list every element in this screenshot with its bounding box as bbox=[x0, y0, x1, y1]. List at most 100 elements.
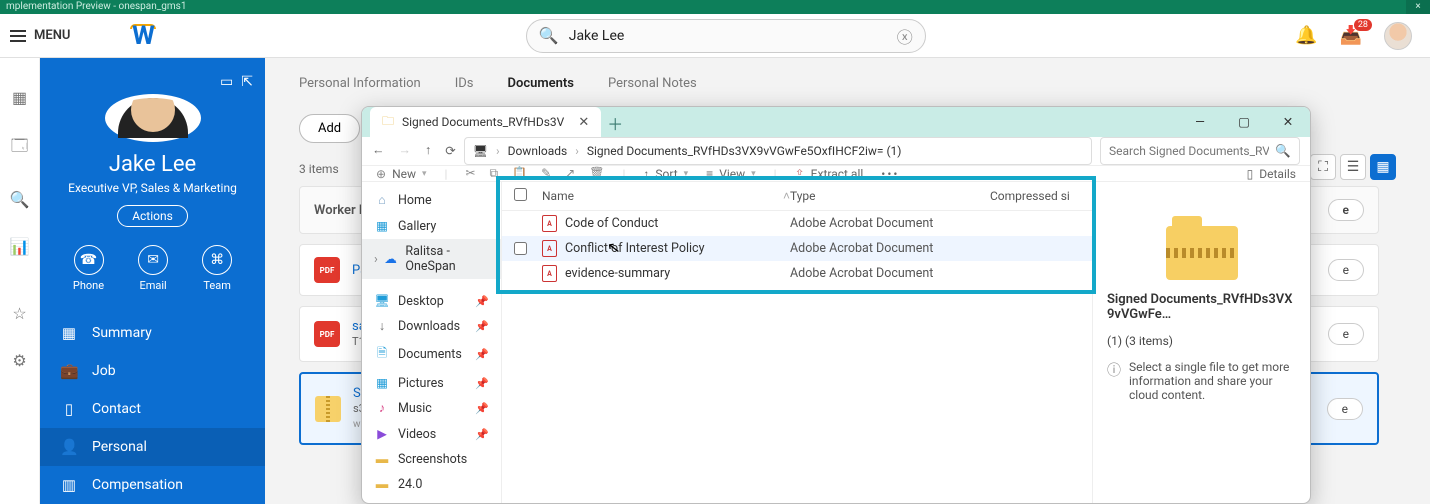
plus-circle-icon: ⊕ bbox=[376, 167, 386, 181]
extract-icon: ⇪ bbox=[795, 167, 805, 181]
pdf-file-icon: A bbox=[542, 265, 557, 282]
contact-email[interactable]: ✉Email bbox=[138, 245, 168, 292]
sidebar-item-gallery[interactable]: ▦Gallery bbox=[362, 213, 501, 239]
cut-icon[interactable]: ✂ bbox=[465, 166, 475, 181]
info-icon: ⓘ bbox=[1107, 360, 1121, 402]
nav-compensation[interactable]: ▥Compensation bbox=[40, 466, 265, 504]
select-all-checkbox[interactable] bbox=[514, 188, 527, 201]
sidebar-item-ralitsa-onespan[interactable]: ☁Ralitsa - OneSpan bbox=[362, 239, 501, 279]
contact-team[interactable]: ⌘Team bbox=[202, 245, 232, 292]
pill-action[interactable]: e bbox=[1328, 199, 1364, 221]
view-button[interactable]: ≡View▾ bbox=[706, 167, 756, 181]
tab-documents[interactable]: Documents bbox=[508, 76, 574, 91]
sidebar-item-screenshots[interactable]: ▬Screenshots bbox=[362, 447, 501, 472]
rail-search-icon[interactable]: 🔍 bbox=[10, 190, 30, 209]
notifications-icon[interactable]: 🔔 bbox=[1295, 25, 1317, 46]
more-icon[interactable]: ••• bbox=[881, 167, 899, 181]
nav-forward-icon[interactable]: → bbox=[399, 143, 412, 159]
new-tab-button[interactable]: ＋ bbox=[601, 109, 629, 137]
pin-icon: 📌 bbox=[475, 295, 489, 308]
job-icon: 💼 bbox=[60, 362, 78, 380]
nav-back-icon[interactable]: ← bbox=[372, 143, 385, 159]
rename-icon[interactable]: ✎ bbox=[541, 166, 551, 181]
titlebar-text: mplementation Preview - onespan_gms1 bbox=[6, 0, 186, 14]
profile-photo[interactable] bbox=[105, 94, 201, 142]
share-icon[interactable]: ↗ bbox=[565, 166, 575, 181]
tab-personal-info[interactable]: Personal Information bbox=[299, 76, 421, 91]
sidebar-item-pictures[interactable]: ▦Pictures📌 bbox=[362, 370, 501, 396]
expand-icon[interactable]: ⇱ bbox=[241, 74, 253, 90]
column-headers[interactable]: Name˄ Type Compressed si bbox=[502, 182, 1092, 211]
copy-icon[interactable]: ⧉ bbox=[490, 166, 499, 181]
rail-profile-icon[interactable]: 🗔 bbox=[11, 135, 28, 162]
view-list-icon[interactable]: ☰ bbox=[1340, 154, 1366, 180]
extract-button[interactable]: ⇪Extract all bbox=[795, 167, 864, 181]
global-search[interactable]: 🔍 ⓧ bbox=[526, 19, 926, 53]
close-tab-icon[interactable]: ✕ bbox=[578, 115, 589, 130]
view-icon: ≡ bbox=[706, 167, 713, 181]
sidebar-item-desktop[interactable]: 🖥Desktop📌 bbox=[362, 289, 501, 314]
nav-up-icon[interactable]: ↑ bbox=[425, 143, 431, 159]
user-avatar[interactable] bbox=[1384, 22, 1412, 50]
nav-refresh-icon[interactable]: ⟳ bbox=[445, 143, 455, 159]
tab-personal-notes[interactable]: Personal Notes bbox=[608, 76, 697, 91]
maximize-button[interactable]: ▢ bbox=[1222, 107, 1266, 137]
explorer-search[interactable]: 🔍 bbox=[1100, 137, 1300, 165]
tab-ids[interactable]: IDs bbox=[455, 76, 474, 91]
sort-button[interactable]: ↕Sort▾ bbox=[643, 167, 688, 181]
view-expand-icon[interactable]: ⛶ bbox=[1310, 154, 1336, 180]
email-icon: ✉ bbox=[138, 245, 168, 275]
breadcrumb[interactable]: 🖥› Downloads› Signed Documents_RVfHDs3VX… bbox=[464, 137, 1092, 165]
new-button[interactable]: ⊕New▾ bbox=[376, 167, 427, 181]
menu-label: MENU bbox=[34, 28, 70, 43]
actions-button[interactable]: Actions bbox=[117, 205, 188, 227]
zip-folder-icon bbox=[1166, 226, 1238, 280]
nav-summary[interactable]: ▦Summary bbox=[40, 314, 265, 352]
titlebar-close-button[interactable]: × bbox=[1406, 0, 1430, 14]
nav-job[interactable]: 💼Job bbox=[40, 352, 265, 390]
sidebar-item-home[interactable]: ⌂Home bbox=[362, 188, 501, 213]
sidebar-item-downloads[interactable]: ↓Downloads📌 bbox=[362, 314, 501, 339]
file-row[interactable]: AConflict of Interest PolicyAdobe Acroba… bbox=[502, 236, 1092, 261]
rail-apps-icon[interactable]: ▦ bbox=[12, 88, 27, 107]
close-window-button[interactable]: ✕ bbox=[1266, 107, 1310, 137]
rail-analytics-icon[interactable]: 📊 bbox=[10, 237, 30, 256]
explorer-action-toolbar: ⊕New▾ | ✂ ⧉ 📋 ✎ ↗ 🗑 | ↕Sort▾ ≡View▾ | ⇪E… bbox=[362, 166, 1310, 182]
pill-action[interactable]: e bbox=[1327, 398, 1363, 420]
view-grid-icon[interactable]: ▦ bbox=[1370, 154, 1396, 180]
paste-icon[interactable]: 📋 bbox=[512, 166, 527, 181]
sidebar-item-videos[interactable]: ▶Videos📌 bbox=[362, 421, 501, 447]
profile-sidebar: ▭ ⇱ Jake Lee Executive VP, Sales & Marke… bbox=[40, 58, 265, 504]
menu-button[interactable]: MENU bbox=[10, 28, 70, 43]
explorer-tab[interactable]: 🗀 Signed Documents_RVfHDs3V ✕ bbox=[370, 107, 601, 137]
id-badge-icon[interactable]: ▭ bbox=[220, 74, 233, 90]
folder-icon: ↓ bbox=[374, 319, 390, 334]
explorer-nav-toolbar: ← → ↑ ⟳ 🖥› Downloads› Signed Documents_R… bbox=[362, 137, 1310, 166]
inbox-icon[interactable]: 📥28 bbox=[1340, 25, 1362, 46]
clear-search-icon[interactable]: ⓧ bbox=[897, 24, 913, 48]
file-explorer-window: 🗀 Signed Documents_RVfHDs3V ✕ ＋ — ▢ ✕ ← … bbox=[361, 106, 1311, 504]
minimize-button[interactable]: — bbox=[1178, 107, 1222, 137]
file-row[interactable]: ACode of ConductAdobe Acrobat Document bbox=[502, 211, 1092, 236]
row-checkbox[interactable] bbox=[514, 242, 527, 255]
pill-action[interactable]: e bbox=[1328, 323, 1364, 345]
pill-action[interactable]: e bbox=[1328, 259, 1364, 281]
rail-favorites-icon[interactable]: ☆ bbox=[12, 304, 26, 323]
delete-icon[interactable]: 🗑 bbox=[589, 166, 604, 181]
sort-icon: ↕ bbox=[643, 167, 649, 181]
explorer-search-input[interactable] bbox=[1109, 144, 1269, 158]
search-input[interactable] bbox=[569, 28, 887, 44]
workday-logo[interactable]: W bbox=[130, 24, 156, 47]
add-button[interactable]: Add bbox=[299, 114, 360, 143]
sidebar-item-24-0[interactable]: ▬24.0 bbox=[362, 472, 501, 497]
rail-settings-icon[interactable]: ⚙ bbox=[12, 351, 26, 370]
file-row[interactable]: Aevidence-summaryAdobe Acrobat Document bbox=[502, 261, 1092, 286]
details-toggle[interactable]: ▯Details bbox=[1247, 167, 1296, 181]
phone-icon: ☎ bbox=[74, 245, 104, 275]
nav-contact[interactable]: ▯Contact bbox=[40, 390, 265, 428]
profile-nav: ▦Summary 💼Job ▯Contact 👤Personal ▥Compen… bbox=[40, 314, 265, 504]
sidebar-item-documents[interactable]: 🗎Documents📌 bbox=[362, 339, 501, 370]
sidebar-item-music[interactable]: ♪Music📌 bbox=[362, 396, 501, 421]
contact-phone[interactable]: ☎Phone bbox=[73, 245, 104, 292]
nav-personal[interactable]: 👤Personal bbox=[40, 428, 265, 466]
